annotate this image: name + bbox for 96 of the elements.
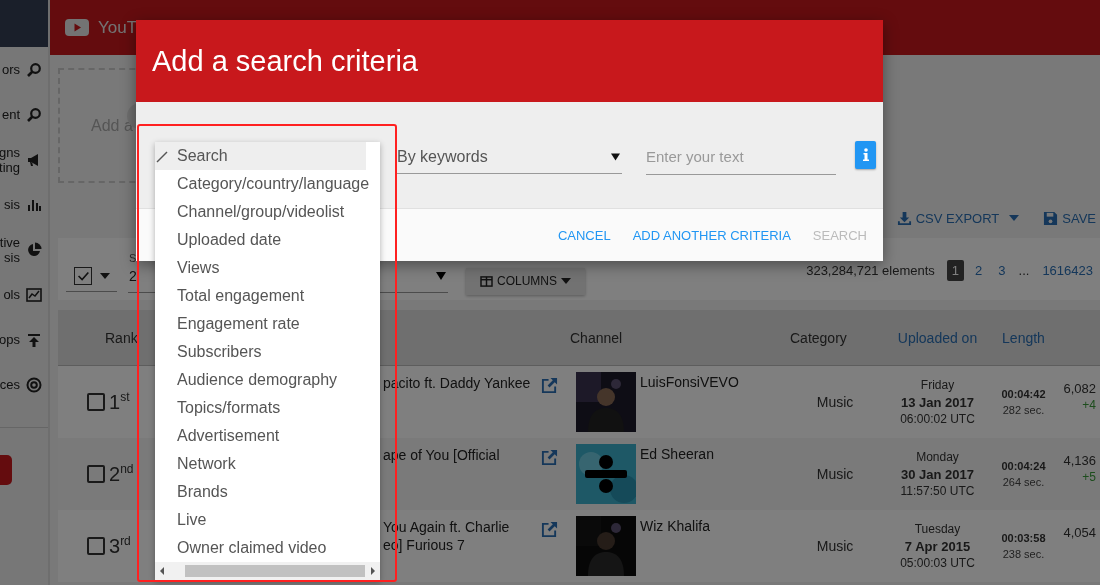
upload-time: 05:00:03 UTC [900, 554, 975, 572]
channel-name[interactable]: LuisFonsiVEVO [640, 366, 790, 390]
upload-date: 13 Jan 2017 [901, 393, 974, 411]
save-button[interactable]: SAVE [1043, 208, 1096, 228]
caret-icon [436, 271, 446, 280]
channel-name[interactable]: Wiz Khalifa [640, 510, 790, 534]
dropdown-option[interactable]: Subscribers [155, 338, 366, 366]
dropdown-option[interactable]: Topics/formats [155, 394, 366, 422]
external-link-icon[interactable] [541, 521, 558, 538]
element-count: 323,284,721 elements [806, 262, 935, 278]
upload-day: Friday [920, 376, 955, 394]
text-input[interactable]: Enter your text [646, 139, 836, 175]
channel-name[interactable]: Ed Sheeran [640, 438, 790, 462]
dropdown-option[interactable]: Views [155, 254, 366, 282]
columns-button[interactable]: COLUMNS [466, 267, 585, 295]
sidebar-item[interactable]: tive sis [0, 227, 48, 272]
length-seconds: 238 sec. [1002, 547, 1045, 562]
caret-icon [100, 272, 110, 279]
info-icon [861, 148, 870, 162]
sidebar-item[interactable]: ent [0, 92, 48, 137]
column-header: Category [790, 329, 848, 346]
upload-day: Monday [916, 448, 959, 466]
length-seconds: 282 sec. [1002, 403, 1045, 418]
category-cell: Music [816, 394, 854, 410]
sidebar-item[interactable]: ols [0, 272, 48, 317]
dialog-button[interactable]: ADD ANOTHER CRITERIA [624, 221, 799, 249]
check-icon [156, 151, 168, 163]
sidebar-item[interactable]: ops [0, 317, 48, 362]
sidebar-button[interactable] [0, 455, 12, 485]
sidebar-header [0, 0, 48, 47]
views-change: +4 [1082, 397, 1096, 414]
dropdown-option[interactable]: Owner claimed video [155, 534, 366, 562]
upload-time: 11:57:50 UTC [900, 482, 975, 500]
download-icon [896, 210, 912, 226]
csv-export-button[interactable]: CSV EXPORT [896, 208, 1030, 228]
sidebar-item[interactable]: ces [0, 362, 48, 407]
sidebar-item[interactable]: sis [0, 182, 48, 227]
upload-day: Tuesday [914, 520, 961, 538]
external-link-icon[interactable] [541, 449, 558, 466]
dropdown-option[interactable]: Search [155, 142, 366, 170]
brand-name: YouT [98, 17, 138, 38]
column-header: Rank [105, 329, 139, 346]
page-link[interactable]: 1 [946, 259, 965, 281]
upload-date: 30 Jan 2017 [901, 465, 974, 483]
line-chart-icon [26, 286, 42, 303]
views-count: 6,082 [1063, 380, 1096, 397]
video-length: 00:04:42 [1001, 387, 1046, 402]
match-type-select[interactable]: By keywords [397, 140, 622, 174]
rank-cell-text: 1$^{st}$ [108, 390, 131, 414]
category-cell: Music [816, 466, 854, 482]
row-checkbox[interactable] [87, 393, 105, 411]
dialog-button[interactable]: CANCEL [549, 221, 619, 249]
dropdown-option[interactable]: Audience demography [155, 366, 366, 394]
target-icon [26, 376, 42, 393]
video-length: 00:03:58 [1001, 531, 1046, 546]
column-header[interactable]: Uploaded on [897, 329, 978, 346]
play-icon [65, 19, 89, 36]
horizontal-scrollbar[interactable] [155, 562, 380, 580]
caret-icon [561, 278, 571, 284]
dropdown-option[interactable]: Uploaded date [155, 226, 366, 254]
columns-icon [480, 275, 493, 287]
row-checkbox[interactable] [87, 537, 105, 555]
caret-icon [611, 152, 620, 161]
video-length: 00:04:24 [1001, 459, 1046, 474]
caret-icon [1009, 215, 1020, 221]
views-count: 4,136 [1063, 452, 1096, 469]
page-link[interactable]: 2 [970, 259, 988, 281]
page-link[interactable]: 1616423 [1037, 259, 1098, 281]
search-icon [26, 106, 42, 123]
sidebar-item[interactable]: ors [0, 47, 48, 92]
dropdown-option[interactable]: Network [155, 450, 366, 478]
dialog-title: Add a search criteria [152, 44, 418, 78]
upload-icon [26, 331, 42, 348]
views-change: +5 [1082, 469, 1096, 486]
dropdown-option[interactable]: Total engagement [155, 282, 366, 310]
views-count: 4,054 [1063, 524, 1096, 541]
external-link-icon[interactable] [541, 377, 558, 394]
page-link[interactable]: 3 [993, 259, 1011, 281]
row-checkbox[interactable] [87, 465, 105, 483]
pie-chart-icon [26, 241, 42, 258]
search-icon [26, 61, 42, 78]
column-header: Channel [570, 329, 624, 346]
length-seconds: 264 sec. [1002, 475, 1045, 490]
rank-cell-text: 3$^{rd}$ [108, 534, 132, 558]
dropdown-option[interactable]: Channel/group/videolist [155, 198, 366, 226]
pagination-ellipsis: ... [1017, 261, 1031, 280]
column-header[interactable]: Length [1002, 329, 1045, 346]
info-button[interactable] [855, 141, 876, 169]
sidebar-item[interactable]: gns ting [0, 137, 48, 182]
select-all-checkbox[interactable] [74, 266, 92, 285]
rank-cell-text: 2$^{nd}$ [108, 462, 135, 486]
dropdown-option[interactable]: Engagement rate [155, 310, 366, 338]
upload-time: 06:00:02 UTC [900, 410, 975, 428]
dropdown-option[interactable]: Brands [155, 478, 366, 506]
upload-date: 7 Apr 2015 [904, 537, 971, 555]
category-cell: Music [816, 538, 854, 554]
